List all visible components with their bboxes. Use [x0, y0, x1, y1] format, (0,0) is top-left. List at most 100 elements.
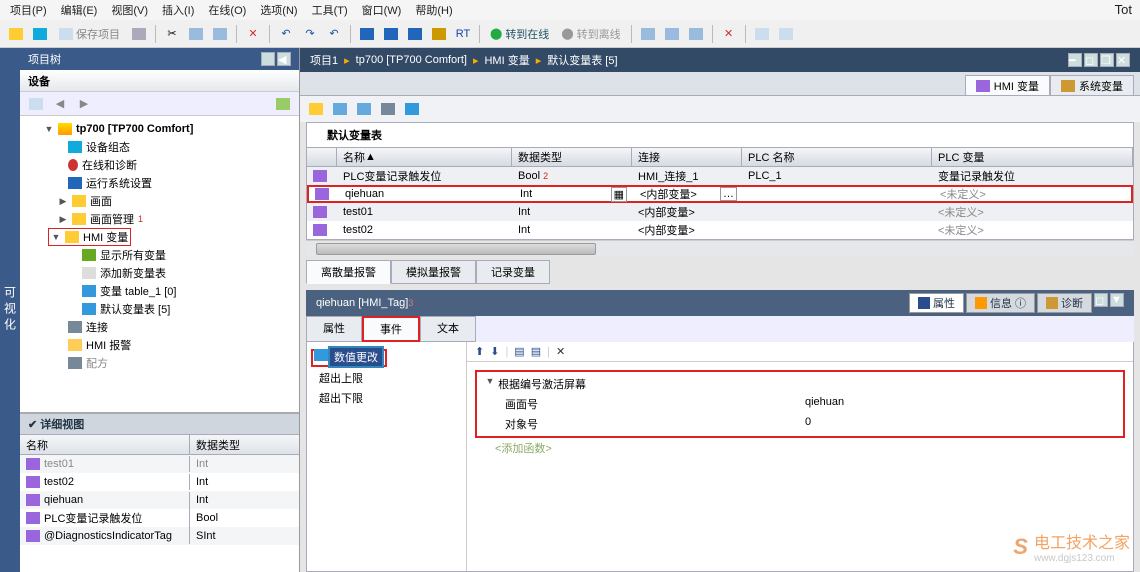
- search-icon[interactable]: [638, 24, 658, 44]
- tree-nav-icon[interactable]: [26, 94, 46, 114]
- btn-diag[interactable]: 诊断: [1037, 293, 1092, 313]
- func-param-obj[interactable]: 对象号0: [479, 414, 1121, 434]
- open-project-icon[interactable]: [30, 24, 50, 44]
- tree-hw-config[interactable]: 设备组态: [20, 138, 299, 156]
- split-h-icon[interactable]: [752, 24, 772, 44]
- sim-icon[interactable]: [429, 24, 449, 44]
- tree-runtime[interactable]: 运行系统设置: [20, 174, 299, 192]
- outdent-icon[interactable]: ▤: [531, 345, 541, 358]
- menu-project[interactable]: 项目(P): [10, 2, 47, 18]
- tree-hmi-alarm[interactable]: HMI 报警: [20, 336, 299, 354]
- undo-icon[interactable]: ↶: [276, 24, 296, 44]
- indent-icon[interactable]: ▤: [514, 345, 524, 358]
- download-icon[interactable]: [381, 24, 401, 44]
- menu-window[interactable]: 窗口(W): [362, 2, 402, 18]
- tree-show-all-tags[interactable]: 显示所有变量: [20, 246, 299, 264]
- col-conn[interactable]: 连接: [632, 148, 742, 166]
- crumb-device[interactable]: tp700 [TP700 Comfort]: [356, 54, 467, 66]
- tree-pic-mgmt[interactable]: ▶画面管理1: [20, 210, 299, 228]
- detail-row[interactable]: PLC变量记录触发位Bool: [20, 509, 299, 527]
- tab-discrete-alarm[interactable]: 离散量报警: [306, 260, 391, 284]
- tree-tag-table1[interactable]: 变量 table_1 [0]: [20, 282, 299, 300]
- tbl-export-icon[interactable]: [330, 99, 350, 119]
- cross-ref-icon[interactable]: [662, 24, 682, 44]
- tbl-import-icon[interactable]: [354, 99, 374, 119]
- compile-icon[interactable]: [357, 24, 377, 44]
- tree-back-icon[interactable]: ◀: [50, 94, 70, 114]
- tree-pictures[interactable]: ▶画面: [20, 192, 299, 210]
- tbl-options-icon[interactable]: [402, 99, 422, 119]
- func-title-row[interactable]: ▼ 根据编号激活屏幕: [479, 374, 1121, 394]
- win-max-icon[interactable]: ◻: [1084, 53, 1098, 67]
- move-up-icon[interactable]: ⬆: [475, 345, 484, 358]
- new-project-icon[interactable]: [6, 24, 26, 44]
- prop-tab-events[interactable]: 事件: [362, 316, 420, 342]
- accessible-icon[interactable]: [686, 24, 706, 44]
- paste-icon[interactable]: [210, 24, 230, 44]
- tree-default-table[interactable]: 默认变量表 [5]: [20, 300, 299, 318]
- win-min-icon[interactable]: ━: [1068, 53, 1082, 67]
- table-row[interactable]: test02 Int <内部变量> <未定义>: [307, 221, 1133, 239]
- detail-row[interactable]: test01Int: [20, 455, 299, 473]
- delete-func-icon[interactable]: ✕: [556, 345, 565, 358]
- go-online-button[interactable]: ⬤转到在线: [486, 26, 553, 42]
- table-row[interactable]: PLC变量记录触发位 Bool 2 HMI_连接_1 PLC_1 变量记录触发位: [307, 167, 1133, 185]
- close-tool-icon[interactable]: ✕: [719, 24, 739, 44]
- conn-picker-icon[interactable]: …: [720, 187, 737, 201]
- detail-row[interactable]: @DiagnosticsIndicatorTagSInt: [20, 527, 299, 545]
- win-close-icon[interactable]: ✕: [1116, 53, 1130, 67]
- tree-fwd-icon[interactable]: ▶: [74, 94, 94, 114]
- btn-properties[interactable]: 属性: [909, 293, 964, 313]
- win-restore-icon[interactable]: ❐: [1100, 53, 1114, 67]
- menu-online[interactable]: 在线(O): [208, 2, 246, 18]
- crumb-table[interactable]: 默认变量表 [5]: [547, 52, 617, 68]
- upload-icon[interactable]: [405, 24, 425, 44]
- tree-recipe[interactable]: 配方: [20, 354, 299, 372]
- tree-hmi-tags[interactable]: ▼HMI 变量: [20, 228, 299, 246]
- menu-insert[interactable]: 插入(I): [162, 2, 194, 18]
- prop-tab-properties[interactable]: 属性: [306, 316, 362, 342]
- tree-add-tag-table[interactable]: 添加新变量表: [20, 264, 299, 282]
- table-row[interactable]: test01 Int <内部变量> <未定义>: [307, 203, 1133, 221]
- split-v-icon[interactable]: [776, 24, 796, 44]
- crumb-project[interactable]: 项目1: [310, 52, 338, 68]
- add-function[interactable]: <添加函数>: [475, 438, 1125, 458]
- horizontal-scrollbar[interactable]: [306, 240, 1134, 256]
- cut-icon[interactable]: ✂: [162, 24, 182, 44]
- tree-view-icon[interactable]: [273, 94, 293, 114]
- detail-row[interactable]: test02Int: [20, 473, 299, 491]
- move-down-icon[interactable]: ⬇: [490, 345, 499, 358]
- menu-options[interactable]: 选项(N): [260, 2, 297, 18]
- prop-tab-text[interactable]: 文本: [420, 316, 476, 342]
- event-over-max[interactable]: 超出上限: [311, 368, 462, 388]
- panel-menu-icon[interactable]: [261, 52, 275, 66]
- col-type[interactable]: 数据类型: [512, 148, 632, 166]
- undo-dd-icon[interactable]: ↶: [324, 24, 344, 44]
- prop-pane-icon[interactable]: ◻: [1094, 293, 1108, 307]
- detail-col-type[interactable]: 数据类型: [190, 435, 290, 454]
- menu-edit[interactable]: 编辑(E): [61, 2, 98, 18]
- detail-col-name[interactable]: 名称: [20, 435, 190, 454]
- btn-info[interactable]: 信息 ⓘ: [966, 293, 1035, 313]
- tree-diagnostics[interactable]: 在线和诊断: [20, 156, 299, 174]
- prop-collapse-icon[interactable]: ▼: [1110, 293, 1124, 307]
- tab-system-tags[interactable]: 系统变量: [1050, 75, 1134, 95]
- save-project-button[interactable]: 保存项目: [54, 24, 125, 44]
- tree-device-root[interactable]: ▼tp700 [TP700 Comfort]: [20, 120, 299, 138]
- panel-collapse-icon[interactable]: ◀: [277, 52, 291, 66]
- redo-icon[interactable]: ↷: [300, 24, 320, 44]
- func-param-pic[interactable]: 画面号qiehuan: [479, 394, 1121, 414]
- vertical-tab-visualization[interactable]: 可视化: [0, 48, 20, 572]
- type-picker-icon[interactable]: ▦: [611, 187, 627, 202]
- detail-row[interactable]: qiehuanInt: [20, 491, 299, 509]
- col-var[interactable]: PLC 变量: [932, 148, 1133, 166]
- print-icon[interactable]: [129, 24, 149, 44]
- tbl-new-icon[interactable]: [306, 99, 326, 119]
- tbl-sync-icon[interactable]: [378, 99, 398, 119]
- crumb-tags[interactable]: HMI 变量: [484, 52, 529, 68]
- tab-hmi-tags[interactable]: HMI 变量: [965, 75, 1050, 95]
- menu-tools[interactable]: 工具(T): [312, 2, 348, 18]
- tree-connections[interactable]: 连接: [20, 318, 299, 336]
- tab-log-tag[interactable]: 记录变量: [476, 260, 550, 284]
- col-plc[interactable]: PLC 名称: [742, 148, 932, 166]
